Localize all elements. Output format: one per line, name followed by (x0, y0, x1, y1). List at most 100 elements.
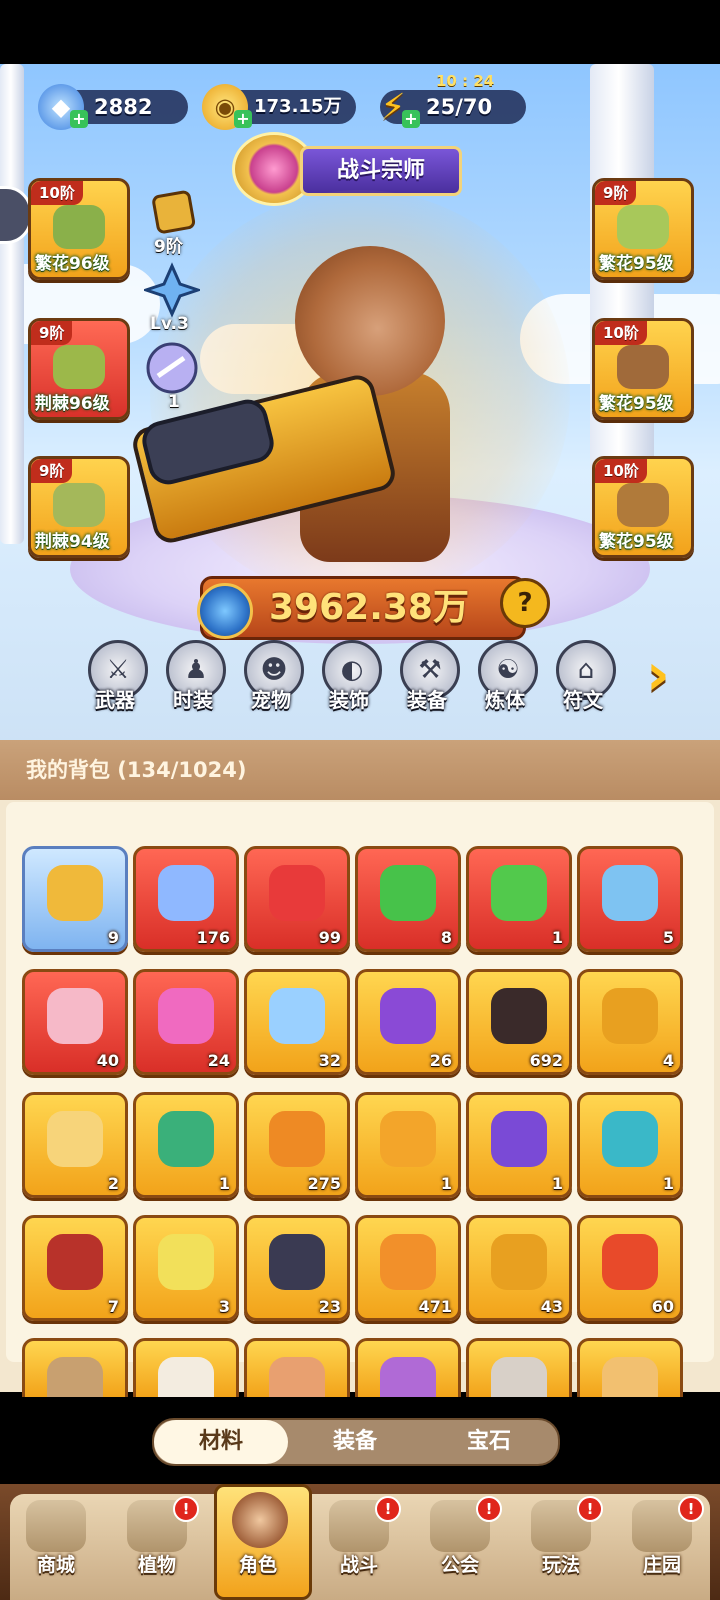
nav-label: 玩法 (541, 1554, 580, 1576)
item-count: 40 (96, 1051, 119, 1070)
equip-slot-gloves[interactable]: 9阶 荆棘96级 (28, 318, 130, 420)
purple-tome-icon (380, 1357, 436, 1397)
bag-item[interactable]: 60 (577, 1215, 683, 1321)
nav-item-3[interactable]: 战斗! (311, 1496, 407, 1596)
equip-slot-belt[interactable]: 10阶 繁花95级 (592, 318, 694, 420)
title-badge[interactable]: 战斗宗师 (300, 146, 462, 196)
bag-item[interactable] (133, 1338, 239, 1397)
blue-star-icon[interactable] (141, 262, 203, 318)
bag-item[interactable] (466, 1338, 572, 1397)
cyan-mushroom-icon (602, 1111, 658, 1167)
status-bar (0, 0, 720, 64)
bag-item[interactable]: 1 (466, 1092, 572, 1198)
bag-item[interactable]: 3 (133, 1215, 239, 1321)
magic-hat-icon (491, 988, 547, 1044)
energy-timer: 10 : 24 (436, 72, 495, 90)
bag-item[interactable]: 43 (466, 1215, 572, 1321)
bag-item[interactable]: 275 (244, 1092, 350, 1198)
slot-tier: 10阶 (595, 459, 647, 483)
bag-item[interactable]: 4 (577, 969, 683, 1075)
tab-materials[interactable]: 材料 (154, 1420, 288, 1464)
equip-slot-hat[interactable]: 10阶 繁花96级 (28, 178, 130, 280)
tab-gems[interactable]: 宝石 (422, 1420, 556, 1464)
character-head (295, 246, 445, 396)
equip-slot-boots[interactable]: 10阶 繁花95级 (592, 456, 694, 558)
nav-label: 植物 (137, 1554, 176, 1576)
pink-knot-icon (47, 988, 103, 1044)
bag-item[interactable]: 99 (244, 846, 350, 952)
cookie-icon (602, 1357, 658, 1397)
bag-item[interactable]: 1 (133, 1092, 239, 1198)
item-count: 26 (429, 1051, 452, 1070)
bag-item[interactable]: 471 (355, 1215, 461, 1321)
item-count: 24 (207, 1051, 230, 1070)
equip-slot-pants[interactable]: 9阶 荆棘94级 (28, 456, 130, 558)
add-gold-button[interactable]: + (234, 110, 252, 128)
bag-item[interactable]: 23 (244, 1215, 350, 1321)
next-arrow-icon[interactable]: › (646, 645, 686, 703)
bag-category-tabs: 材料 装备 宝石 (152, 1418, 560, 1466)
mortar-icon (47, 1357, 103, 1397)
feature-label: 炼体 (485, 688, 525, 712)
bag-item[interactable]: 26 (355, 969, 461, 1075)
nav-item-5[interactable]: 玩法! (513, 1496, 609, 1596)
nav-label: 战斗 (339, 1554, 378, 1576)
bag-item[interactable] (355, 1338, 461, 1397)
bag-item[interactable]: 692 (466, 969, 572, 1075)
slot-tier: 10阶 (31, 181, 83, 205)
item-count: 7 (107, 1297, 119, 1316)
equip-slot-armor[interactable]: 9阶 繁花95级 (592, 178, 694, 280)
bag-item[interactable]: 1 (577, 1092, 683, 1198)
bag-item[interactable]: 9 (22, 846, 128, 952)
bag-item[interactable]: 5 (577, 846, 683, 952)
nav-item-6[interactable]: 庄园! (614, 1496, 710, 1596)
nav-icon (232, 1492, 288, 1548)
feature-costume[interactable]: ♟ 时装 (160, 640, 226, 718)
slot-level: 荆棘96级 (35, 394, 110, 414)
tab-equipment[interactable]: 装备 (288, 1420, 422, 1464)
feature-equipment[interactable]: ⚒ 装备 (394, 640, 460, 718)
bag-item[interactable]: 8 (355, 846, 461, 952)
bag-item[interactable]: 2 (22, 1092, 128, 1198)
nav-label: 角色 (238, 1554, 277, 1576)
slot-level: 繁花95级 (599, 532, 674, 552)
bag-item[interactable] (22, 1338, 128, 1397)
bag-item[interactable]: 176 (133, 846, 239, 952)
item-count: 60 (651, 1297, 674, 1316)
energy-counter: ⚡ + 25/70 (380, 87, 526, 128)
feature-decoration[interactable]: ◐ 装饰 (316, 640, 382, 718)
bag-item[interactable]: 7 (22, 1215, 128, 1321)
belt-icon (617, 345, 669, 389)
help-question-icon[interactable]: ? (500, 578, 550, 628)
nav-item-1[interactable]: 植物! (109, 1496, 205, 1596)
spirit-orb-icon[interactable] (144, 340, 200, 396)
nav-item-0[interactable]: 商城 (8, 1500, 104, 1596)
feature-body-refining[interactable]: ☯ 炼体 (472, 640, 538, 718)
bag-item[interactable]: 1 (466, 846, 572, 952)
add-energy-button[interactable]: + (402, 110, 420, 128)
nav-item-2[interactable]: 角色 (210, 1484, 312, 1600)
gold-value: 173.15万 (254, 96, 342, 117)
item-count: 1 (662, 1174, 674, 1193)
item-count: 4 (662, 1051, 674, 1070)
slot-tier: 9阶 (31, 459, 73, 483)
bag-item[interactable]: 24 (133, 969, 239, 1075)
bag-header: 我的背包 (134/1024) (0, 740, 720, 800)
bag-item[interactable]: 1 (355, 1092, 461, 1198)
nav-label: 庄园 (642, 1554, 681, 1576)
bone-icon (158, 1357, 214, 1397)
bag-item[interactable]: 32 (244, 969, 350, 1075)
slot-tier: 10阶 (595, 321, 647, 345)
feature-pet[interactable]: ☻ 宠物 (238, 640, 304, 718)
feature-weapon[interactable]: ⚔ 武器 (82, 640, 148, 718)
bag-item[interactable]: 40 (22, 969, 128, 1075)
add-gems-button[interactable]: + (70, 110, 88, 128)
item-count: 99 (318, 928, 341, 947)
nav-item-4[interactable]: 公会! (412, 1496, 508, 1596)
glove-icon (53, 345, 105, 389)
item-count: 5 (662, 928, 674, 947)
feature-rune[interactable]: ⌂ 符文 (550, 640, 616, 718)
bag-item[interactable] (244, 1338, 350, 1397)
combat-power-banner: 3962.38万 (197, 576, 526, 640)
bag-item[interactable] (577, 1338, 683, 1397)
